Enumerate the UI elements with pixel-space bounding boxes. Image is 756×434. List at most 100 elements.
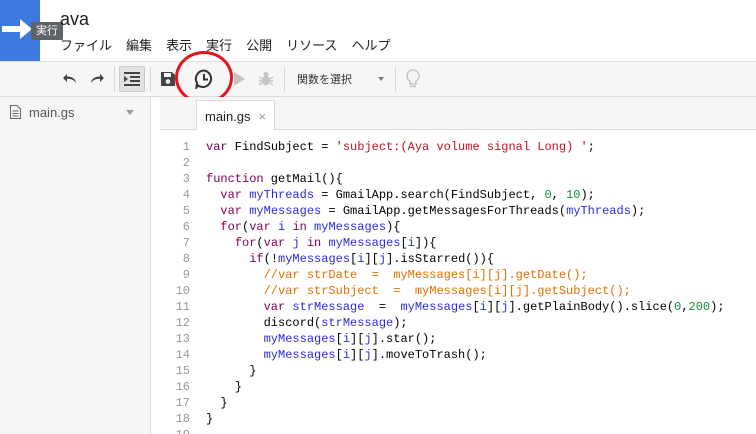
code-token: discord( (206, 316, 322, 330)
menu-help[interactable]: ヘルプ (351, 37, 390, 55)
triggers-button[interactable] (191, 66, 217, 92)
run-button[interactable] (226, 66, 252, 92)
code-line[interactable]: } (206, 411, 213, 427)
file-sidebar: main.gs (0, 97, 151, 434)
code-token: j (364, 332, 372, 346)
code-token: ][ (350, 332, 365, 346)
code-token: } (206, 396, 228, 410)
separator (150, 67, 151, 92)
toolbar: 関数を選択 (0, 61, 756, 97)
file-item-main-gs[interactable]: main.gs (0, 97, 150, 127)
code-token: myMessages (278, 252, 351, 266)
editor-tabstrip: main.gs × (160, 97, 756, 131)
indent-button[interactable] (119, 66, 145, 92)
line-number: 3 (182, 172, 190, 186)
code-editor[interactable]: 12345678910111213141516171819 var FindSu… (160, 130, 756, 434)
menu-publish[interactable]: 公開 (246, 37, 272, 55)
undo-button[interactable] (57, 66, 83, 92)
code-token: [ (335, 348, 343, 362)
code-token: ( (256, 236, 264, 250)
code-token: 'subject:(Aya volume signal Long) ' (335, 140, 588, 154)
code-token: getMail(){ (263, 172, 343, 186)
separator (114, 67, 115, 92)
code-token: var (220, 204, 243, 218)
code-token: } (206, 364, 257, 378)
code-token: ]){ (414, 236, 437, 250)
menu-edit[interactable]: 編集 (126, 37, 152, 55)
code-line[interactable]: } (206, 363, 256, 379)
code-token: j (378, 252, 387, 266)
redo-icon (91, 74, 104, 83)
code-token: i (479, 300, 487, 314)
code-line[interactable]: for(var i in myMessages){ (206, 219, 400, 235)
line-number: 6 (182, 220, 190, 234)
hint-button[interactable] (400, 66, 426, 92)
line-number: 17 (175, 396, 190, 410)
code-token: [ (472, 300, 480, 314)
code-token: } (206, 380, 243, 394)
code-token: var (249, 220, 271, 234)
code-token: strMessage (321, 316, 394, 330)
code-token: , (681, 300, 689, 314)
tooltip: 実行 (31, 22, 63, 40)
line-number: 7 (182, 236, 190, 250)
code-token: myThreads (249, 188, 315, 202)
code-token: myMessages (328, 236, 401, 250)
code-token: = GmailApp.getMessagesForThreads( (321, 204, 567, 218)
code-token: strMessage (292, 300, 365, 314)
code-token: } (206, 412, 214, 426)
code-line[interactable]: var strMessage = myMessages[i][j].getPla… (206, 299, 725, 315)
code-token: myThreads (566, 204, 631, 218)
tab-label: main.gs (205, 108, 251, 124)
code-token: ); (393, 316, 408, 330)
line-number: 15 (175, 364, 190, 378)
code-token: 200 (688, 300, 711, 314)
debug-button[interactable] (253, 66, 279, 92)
code-token: 10 (566, 188, 581, 202)
code-line[interactable]: if(!myMessages[i][j].isStarred()){ (206, 251, 494, 267)
line-number: 14 (175, 348, 190, 362)
code-token: ); (710, 300, 725, 314)
code-line[interactable]: var myMessages = GmailApp.getMessagesFor… (206, 203, 645, 219)
menu-view[interactable]: 表示 (166, 37, 192, 55)
save-button[interactable] (155, 66, 181, 92)
code-line[interactable]: function getMail(){ (206, 171, 343, 187)
code-line[interactable]: var FindSubject = 'subject:(Aya volume s… (206, 139, 595, 155)
code-line[interactable]: var myThreads = GmailApp.search(FindSubj… (206, 187, 595, 203)
menu-run[interactable]: 実行 (206, 37, 232, 55)
function-select-label: 関数を選択 (297, 74, 352, 86)
code-line[interactable]: } (206, 379, 242, 395)
code-token: ){ (386, 220, 401, 234)
function-select[interactable]: 関数を選択 (290, 66, 390, 92)
code-token: ); (580, 188, 595, 202)
code-line[interactable]: } (206, 395, 228, 411)
menu-file[interactable]: ファイル (60, 37, 112, 55)
code-line[interactable]: //var strSubject = myMessages[i][j].getS… (206, 283, 631, 299)
menu-resources[interactable]: リソース (286, 37, 337, 55)
separator (284, 67, 285, 92)
code-token: i (407, 236, 415, 250)
code-token: [ (335, 332, 343, 346)
tab-main-gs[interactable]: main.gs × (196, 100, 276, 131)
code-token: , (551, 188, 567, 202)
code-line[interactable]: //var strDate = myMessages[i][j].getDate… (206, 267, 588, 283)
line-number: 9 (182, 268, 190, 282)
code-line[interactable]: myMessages[i][j].moveToTrash(); (206, 347, 487, 363)
project-title[interactable]: ava (60, 9, 89, 30)
code-token: i (342, 332, 351, 346)
code-line[interactable]: myMessages[i][j].star(); (206, 331, 437, 347)
code-line[interactable]: discord(strMessage); (206, 315, 408, 331)
code-token: myMessages (400, 300, 473, 314)
chevron-down-icon[interactable] (126, 110, 134, 115)
line-number: 13 (175, 332, 190, 346)
close-icon[interactable]: × (259, 109, 267, 124)
code-line[interactable]: for(var j in myMessages[i]){ (206, 235, 437, 251)
code-token: in (292, 220, 307, 234)
redo-button[interactable] (84, 66, 110, 92)
